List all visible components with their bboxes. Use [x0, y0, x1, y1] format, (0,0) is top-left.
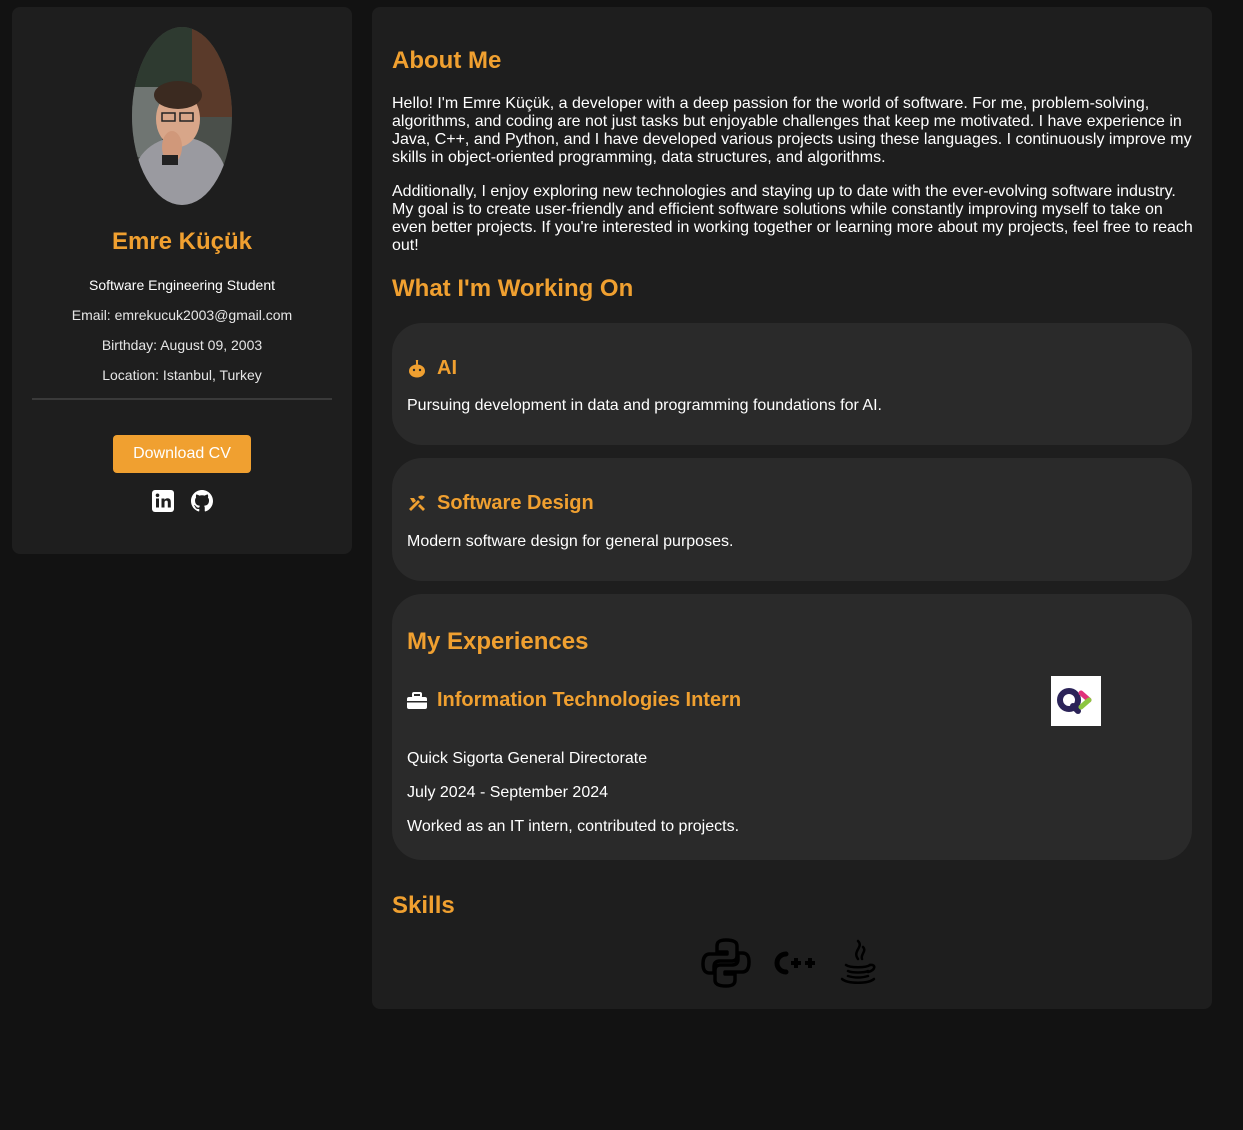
main-content: About Me Hello! I'm Emre Küçük, a develo…	[372, 7, 1212, 1009]
experience-role: Information Technologies Intern	[437, 689, 742, 711]
profile-birthday: Birthday: August 09, 2003	[101, 337, 263, 353]
sidebar-divider	[32, 398, 332, 400]
briefcase-icon	[407, 691, 427, 711]
cplusplus-icon	[766, 937, 818, 989]
card-title: AI	[437, 357, 457, 379]
working-on-title: What I'm Working On	[392, 275, 634, 302]
profile-location: Location: Istanbul, Turkey	[102, 367, 262, 383]
skills-title: Skills	[392, 892, 455, 919]
working-on-card-software-design: Software Design Modern software design f…	[392, 458, 1192, 581]
profile-email: Email: emrekucuk2003@gmail.com	[71, 307, 293, 323]
download-cv-button[interactable]: Download CV	[113, 435, 251, 473]
experiences-card: My Experiences Information Technologies …	[392, 594, 1192, 860]
quick-sigorta-logo	[1051, 676, 1101, 726]
robot-icon	[407, 359, 427, 379]
profile-title: Software Engineering Student	[88, 277, 275, 293]
skills-icons	[372, 937, 1212, 989]
java-icon	[832, 937, 884, 989]
experience-heading: Information Technologies Intern	[407, 689, 741, 712]
profile-photo	[132, 27, 232, 205]
experience-dates: July 2024 - September 2024	[407, 784, 609, 801]
card-text: Pursuing development in data and program…	[407, 397, 882, 414]
about-paragraph-1: Hello! I'm Emre Küçük, a developer with …	[392, 95, 1192, 166]
tools-icon	[407, 494, 427, 514]
card-heading: AI	[407, 357, 457, 380]
python-icon	[700, 937, 752, 989]
about-title: About Me	[392, 47, 502, 74]
working-on-card-ai: AI Pursuing development in data and prog…	[392, 323, 1192, 445]
experience-description: Worked as an IT intern, contributed to p…	[407, 818, 740, 835]
experiences-title: My Experiences	[407, 628, 589, 655]
profile-name: Emre Küçük	[111, 228, 253, 255]
github-icon[interactable]	[190, 489, 214, 513]
experience-company: Quick Sigorta General Directorate	[407, 750, 648, 767]
card-title: Software Design	[437, 492, 594, 514]
card-text: Modern software design for general purpo…	[407, 533, 734, 550]
about-paragraph-2: Additionally, I enjoy exploring new tech…	[392, 183, 1193, 254]
profile-sidebar: Emre Küçük Software Engineering Student …	[12, 7, 352, 554]
card-heading: Software Design	[407, 492, 594, 515]
linkedin-icon[interactable]	[151, 489, 175, 513]
